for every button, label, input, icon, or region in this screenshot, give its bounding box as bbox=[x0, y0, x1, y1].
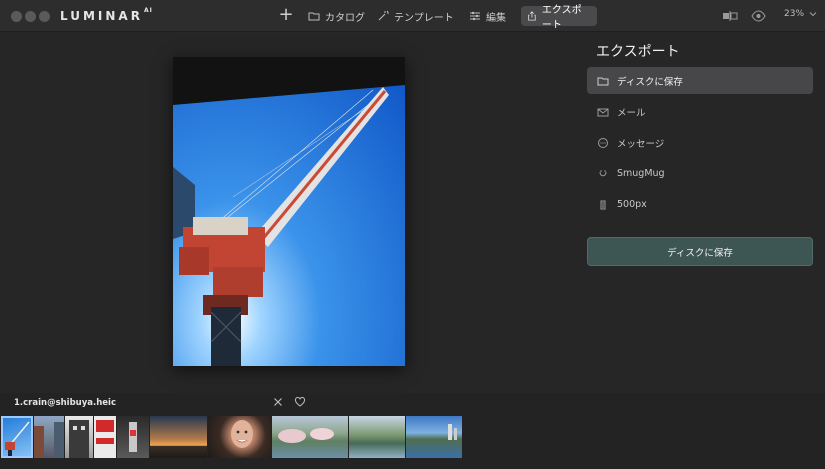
photo-canvas[interactable] bbox=[173, 57, 405, 366]
chevron-down-icon bbox=[809, 12, 817, 17]
thumbnail-sign[interactable] bbox=[94, 416, 116, 458]
folder-icon bbox=[597, 77, 609, 85]
message-icon bbox=[598, 137, 608, 148]
export-option-message[interactable]: メッセージ bbox=[587, 129, 813, 156]
thumbnail-shop[interactable] bbox=[117, 416, 149, 458]
export-option-mail[interactable]: メール bbox=[587, 98, 813, 125]
folder-icon bbox=[308, 12, 320, 21]
thumbnail-building[interactable] bbox=[65, 416, 93, 458]
export-option-500px[interactable]: 500px bbox=[587, 191, 813, 218]
thumbnail-lake[interactable] bbox=[406, 416, 462, 458]
tab-templates[interactable]: テンプレート bbox=[371, 6, 460, 26]
tab-catalog[interactable]: カタログ bbox=[302, 6, 371, 26]
share-icon bbox=[528, 11, 536, 21]
tab-export[interactable]: エクスポート bbox=[521, 5, 597, 31]
sliders-icon bbox=[470, 11, 480, 21]
minimize-window-button[interactable] bbox=[25, 11, 36, 22]
thumbnail-river[interactable] bbox=[349, 416, 405, 458]
tab-edit[interactable]: 編集 bbox=[463, 6, 512, 26]
thumbnail-sunset[interactable] bbox=[150, 416, 207, 458]
panel-title: エクスポート bbox=[596, 44, 680, 60]
close-window-button[interactable] bbox=[11, 11, 22, 22]
title-bar: LUMINARAI + カタログ テンプレート 編集 エクスポート 23% bbox=[0, 0, 825, 32]
compare-view-icon[interactable] bbox=[722, 10, 738, 22]
thumbnail-street[interactable] bbox=[34, 416, 64, 458]
heart-icon[interactable] bbox=[294, 396, 306, 408]
thumbnail-park[interactable] bbox=[272, 416, 348, 458]
smugmug-icon bbox=[599, 169, 607, 176]
plus-icon[interactable]: + bbox=[277, 6, 295, 24]
export-panel: エクスポート ディスクに保存 メール メッセージ SmugMug 500px デ… bbox=[586, 32, 825, 392]
magic-wand-icon bbox=[378, 10, 389, 21]
app-logo: LUMINARAI bbox=[60, 7, 153, 23]
save-to-disk-button[interactable]: ディスクに保存 bbox=[587, 237, 813, 266]
zoom-level: 23% bbox=[784, 9, 805, 19]
thumbnail-crane[interactable] bbox=[1, 416, 33, 458]
zoom-dropdown[interactable]: 23% bbox=[784, 9, 817, 19]
close-icon[interactable] bbox=[272, 396, 284, 408]
file-name: 1.crain@shibuya.heic bbox=[14, 398, 117, 408]
thumbnail-portrait[interactable] bbox=[208, 416, 271, 458]
zoom-window-button[interactable] bbox=[39, 11, 50, 22]
500px-icon bbox=[600, 200, 606, 209]
export-option-save-to-disk[interactable]: ディスクに保存 bbox=[587, 67, 813, 94]
export-option-smugmug[interactable]: SmugMug bbox=[587, 160, 813, 187]
eye-icon[interactable] bbox=[751, 10, 766, 22]
crane-photo bbox=[173, 57, 405, 366]
mail-icon bbox=[597, 108, 609, 116]
